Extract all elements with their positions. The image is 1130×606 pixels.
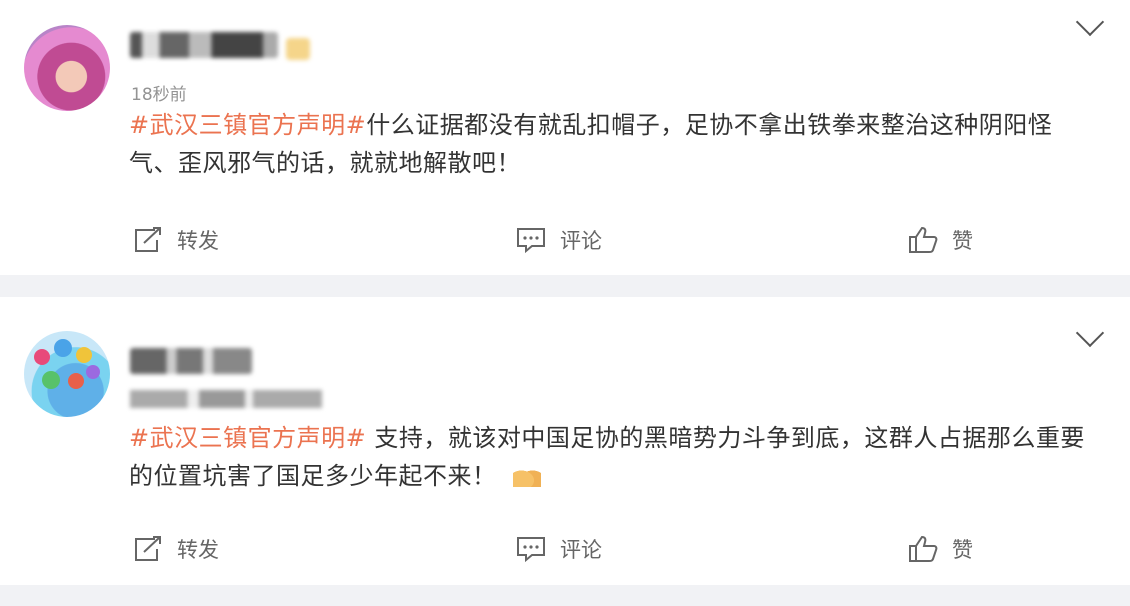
like-label: 赞 [952, 538, 973, 562]
username-blurred[interactable] [130, 32, 278, 58]
post-content: #武汉三镇官方声明#什么证据都没有就乱扣帽子，足协不拿出铁拳来整治这种阴阳怪气、… [129, 106, 1089, 182]
weibo-post-card: 18秒前 #武汉三镇官方声明#什么证据都没有就乱扣帽子，足协不拿出铁拳来整治这种… [0, 0, 1130, 275]
comment-label: 评论 [560, 538, 602, 562]
post-content: #武汉三镇官方声明# 支持，就该对中国足协的黑暗势力斗争到底，这群人占据那么重要… [129, 419, 1089, 495]
user-badge-icon [286, 38, 310, 60]
avatar[interactable] [24, 331, 110, 417]
chevron-down-icon[interactable] [1075, 7, 1105, 37]
comment-label: 评论 [560, 229, 602, 253]
hashtag-link[interactable]: #武汉三镇官方声明# [129, 111, 366, 139]
repost-label: 转发 [177, 538, 219, 562]
post-action-bar: 转发 评论 赞 [0, 220, 1130, 260]
comment-button[interactable]: 评论 [516, 220, 602, 260]
chevron-down-icon[interactable] [1075, 318, 1105, 348]
timestamp-blurred [130, 390, 322, 408]
post-action-bar: 转发 评论 赞 [0, 529, 1130, 569]
repost-icon [135, 227, 161, 252]
thumbs-up-icon [909, 226, 938, 253]
post-timestamp: 18秒前 [131, 85, 187, 105]
repost-icon [135, 536, 161, 561]
comment-icon [517, 537, 545, 563]
avatar[interactable] [24, 25, 110, 111]
repost-button[interactable]: 转发 [133, 529, 219, 569]
clapping-hands-icon [512, 465, 541, 487]
comment-button[interactable]: 评论 [516, 529, 602, 569]
repost-button[interactable]: 转发 [133, 220, 219, 260]
username-blurred[interactable] [130, 348, 252, 374]
weibo-post-card: #武汉三镇官方声明# 支持，就该对中国足协的黑暗势力斗争到底，这群人占据那么重要… [0, 297, 1130, 585]
thumbs-up-icon [909, 535, 938, 562]
like-button[interactable]: 赞 [908, 529, 973, 569]
comment-icon [517, 228, 545, 254]
like-button[interactable]: 赞 [908, 220, 973, 260]
hashtag-link[interactable]: #武汉三镇官方声明# [129, 424, 366, 452]
like-label: 赞 [952, 229, 973, 253]
repost-label: 转发 [177, 229, 219, 253]
